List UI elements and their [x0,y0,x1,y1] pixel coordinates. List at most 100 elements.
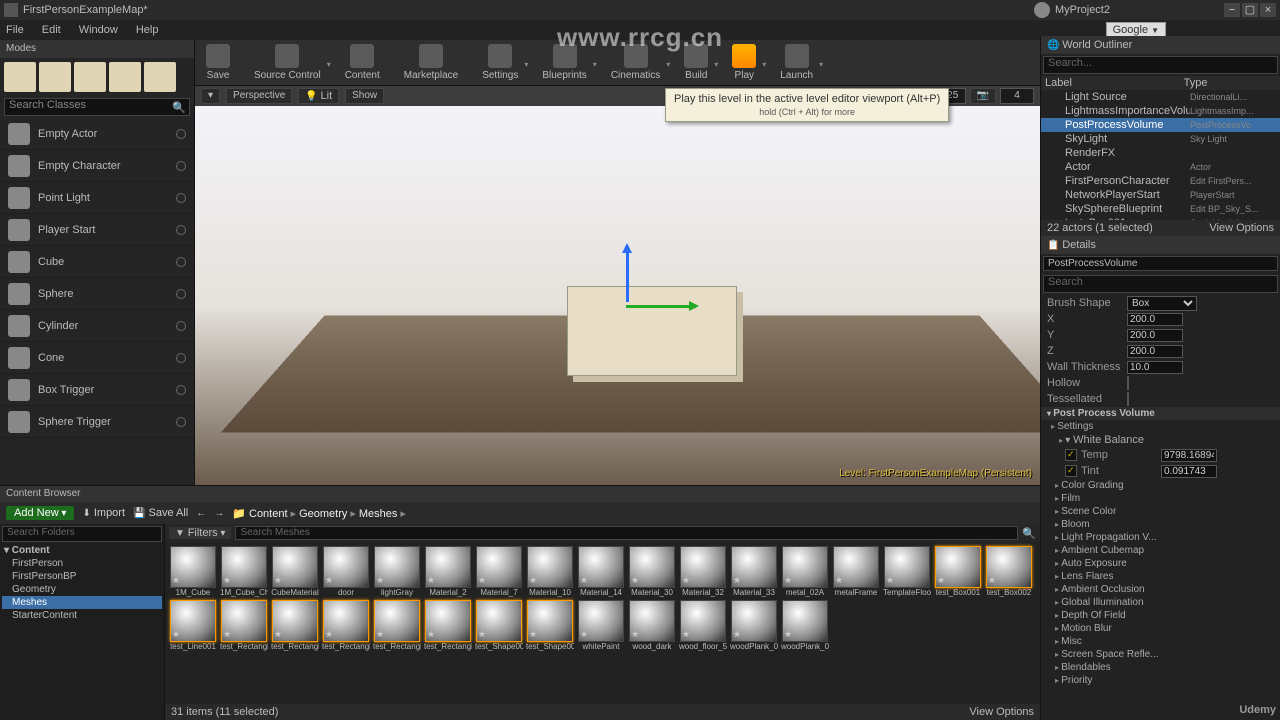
outliner-row[interactable]: SkyLightSky Light [1041,132,1280,146]
detail-cat[interactable]: Auto Exposure [1041,557,1280,570]
asset-thumb[interactable]: ★test_Rectangle006 [424,600,472,651]
asset-thumb[interactable]: ★test_Shape001 [475,600,523,651]
import-button[interactable]: ⬇ Import [82,507,125,519]
minimize-button[interactable]: − [1224,3,1240,17]
x-field[interactable] [1127,313,1183,326]
z-field[interactable] [1127,345,1183,358]
maximize-button[interactable]: ▢ [1242,3,1258,17]
asset-thumb[interactable]: ★Material_14 [577,546,625,597]
place-cube[interactable]: Cube [0,246,194,278]
toolbar-marketplace[interactable]: Marketplace [398,42,464,83]
place-empty-character[interactable]: Empty Character [0,150,194,182]
asset-thumb[interactable]: ★test_Rectangle002 [220,600,268,651]
detail-cat[interactable]: Color Grading [1041,479,1280,492]
outliner-row[interactable]: NetworkPlayerStartPlayerStart [1041,188,1280,202]
place-sphere-trigger[interactable]: Sphere Trigger [0,406,194,438]
place-point-light[interactable]: Point Light [0,182,194,214]
outliner-row[interactable]: Light SourceDirectionalLi... [1041,90,1280,104]
asset-search[interactable]: Search Meshes [235,526,1018,540]
tree-node[interactable]: Meshes [2,596,162,609]
info-icon[interactable] [176,129,186,139]
tree-node[interactable]: Geometry [2,583,162,596]
asset-thumb[interactable]: ★lightGray [373,546,421,597]
tree-node[interactable]: FirstPersonBP [2,570,162,583]
y-field[interactable] [1127,329,1183,342]
detail-cat[interactable]: Scene Color [1041,505,1280,518]
place-cone[interactable]: Cone [0,342,194,374]
place-mode-icon[interactable] [4,62,36,92]
wall-field[interactable] [1127,361,1183,374]
asset-thumb[interactable]: ★Material_32 [679,546,727,597]
viewport-options[interactable]: ▾ [201,88,220,104]
outliner-row[interactable]: FirstPersonCharacterEdit FirstPers... [1041,174,1280,188]
info-icon[interactable] [176,225,186,235]
tree-search[interactable]: Search Folders [2,526,162,542]
viewport[interactable]: ▾ Perspective 💡 Lit Show ⊞ 10° ↔ 0.25 📷 … [195,86,1040,485]
detail-cat[interactable]: Bloom [1041,518,1280,531]
asset-thumb[interactable]: ★Material_10 [526,546,574,597]
asset-thumb[interactable]: ★1M_Cube_Chamfer [220,546,268,597]
menu-window[interactable]: Window [79,24,118,36]
asset-thumb[interactable]: ★test_Rectangle005 [373,600,421,651]
asset-thumb[interactable]: ★1M_Cube [169,546,217,597]
close-button[interactable]: × [1260,3,1276,17]
info-icon[interactable] [176,289,186,299]
outliner-row[interactable]: RenderFX [1041,146,1280,160]
toolbar-content[interactable]: Content [339,42,386,83]
detail-cat[interactable]: Ambient Occlusion [1041,583,1280,596]
toolbar-settings[interactable]: Settings [476,42,524,83]
asset-thumb[interactable]: ★test_Shape002 [526,600,574,651]
menu-help[interactable]: Help [136,24,159,36]
tint-field[interactable] [1161,465,1217,478]
info-icon[interactable] [176,193,186,203]
add-new-button[interactable]: Add New ▾ [6,506,74,520]
outliner-row[interactable]: ActorActor [1041,160,1280,174]
detail-cat[interactable]: Blendables [1041,661,1280,674]
info-icon[interactable] [176,417,186,427]
settings-cat[interactable]: Settings [1041,420,1280,433]
detail-cat[interactable]: Global Illumination [1041,596,1280,609]
place-cylinder[interactable]: Cylinder [0,310,194,342]
lit-button[interactable]: 💡 Lit [298,88,339,104]
geometry-mode-icon[interactable] [144,62,176,92]
place-empty-actor[interactable]: Empty Actor [0,118,194,150]
outliner-search[interactable]: Search... [1043,56,1278,74]
temp-checkbox[interactable] [1065,449,1077,461]
menu-edit[interactable]: Edit [42,24,61,36]
info-icon[interactable] [176,321,186,331]
detail-cat[interactable]: Depth Of Field [1041,609,1280,622]
asset-thumb[interactable]: ★Material_33 [730,546,778,597]
detail-cat[interactable]: Film [1041,492,1280,505]
info-icon[interactable] [176,385,186,395]
ppv-section[interactable]: Post Process Volume [1041,407,1280,420]
breadcrumb[interactable]: 📁 Content▸Geometry▸Meshes▸ [232,507,409,520]
cb-view-options[interactable]: View Options [969,706,1034,718]
toolbar-source-control[interactable]: Source Control [248,42,327,83]
camera-speed[interactable]: 4 [1000,88,1034,104]
toolbar-play[interactable]: Play [726,42,762,83]
tessellated-checkbox[interactable] [1127,392,1129,406]
asset-thumb[interactable]: ★door [322,546,370,597]
place-box-trigger[interactable]: Box Trigger [0,374,194,406]
asset-thumb[interactable]: ★wood_dark [628,600,676,651]
place-sphere[interactable]: Sphere [0,278,194,310]
detail-cat[interactable]: Ambient Cubemap [1041,544,1280,557]
outliner-row[interactable]: SkySphereBlueprintEdit BP_Sky_S... [1041,202,1280,216]
nav-back[interactable]: ← [196,508,206,519]
asset-thumb[interactable]: ★Material_30 [628,546,676,597]
asset-thumb[interactable]: ★CubeMaterial [271,546,319,597]
gizmo-z-axis[interactable] [626,246,629,302]
asset-thumb[interactable]: ★test_Rectangle004 [322,600,370,651]
camera-speed-toggle[interactable]: 📷 [970,88,996,104]
detail-cat[interactable]: Misc [1041,635,1280,648]
details-search[interactable]: Search [1043,275,1278,293]
detail-cat[interactable]: Lens Flares [1041,570,1280,583]
nav-fwd[interactable]: → [214,508,224,519]
asset-thumb[interactable]: ★metal_02A [781,546,829,597]
hollow-checkbox[interactable] [1127,376,1129,390]
brush-shape-select[interactable]: Box [1127,296,1197,311]
asset-thumb[interactable]: ★woodPlank_05 [730,600,778,651]
asset-thumb[interactable]: ★Material_2 [424,546,472,597]
asset-thumb[interactable]: ★whitePaint [577,600,625,651]
white-balance-cat[interactable]: ▾ White Balance [1041,433,1280,447]
